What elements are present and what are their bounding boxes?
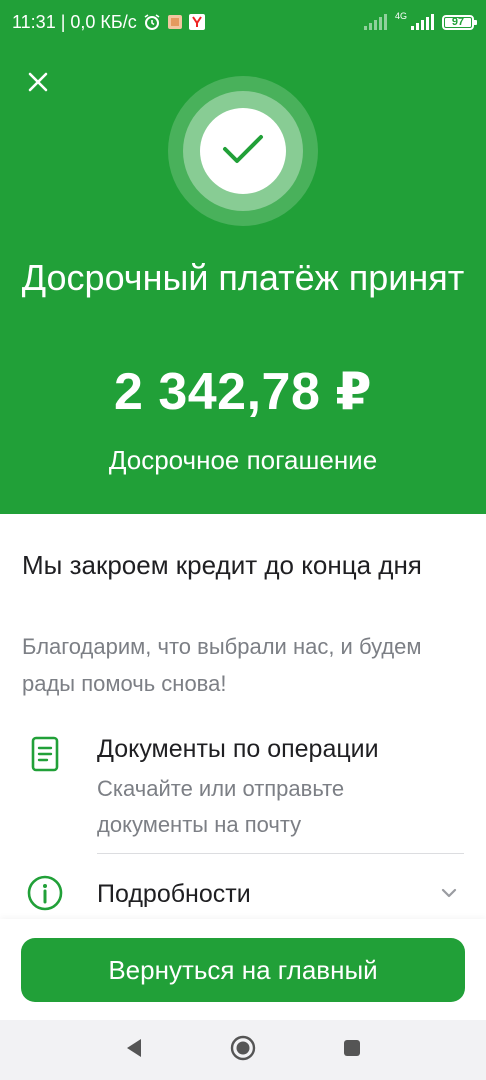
success-badge — [168, 76, 318, 226]
system-navigation-bar — [0, 1020, 486, 1080]
home-icon — [230, 1035, 256, 1066]
home-button[interactable] — [221, 1028, 265, 1072]
battery-icon: 97 — [442, 14, 477, 30]
close-icon — [27, 71, 49, 98]
success-header: Досрочный платёж принят 2 342,78 ₽ Досро… — [0, 44, 486, 514]
result-content: Мы закроем кредит до конца дня Благодари… — [0, 514, 486, 919]
payment-amount: 2 342,78 ₽ — [113, 363, 373, 421]
divider — [97, 853, 464, 854]
status-bar-right: 4G 97 — [363, 10, 477, 30]
status-time-speed: 11:31 | 0,0 КБ/с — [12, 11, 137, 32]
back-icon — [124, 1037, 144, 1064]
checkmark-icon — [221, 132, 265, 171]
signal-icon — [363, 14, 387, 30]
payment-status-title: Досрочный платёж принят — [21, 257, 465, 298]
signal-icon-sim2 — [411, 14, 434, 30]
details-row[interactable]: Подробности — [0, 866, 486, 919]
recents-button[interactable] — [330, 1028, 374, 1072]
back-button[interactable] — [112, 1028, 156, 1072]
documents-title: Документы по операции — [97, 735, 379, 763]
return-home-button[interactable]: Вернуться на главный — [21, 938, 465, 1002]
status-bar: 11:31 | 0,0 КБ/с 4G 97 — [0, 0, 486, 44]
app-notification-icon — [167, 14, 183, 30]
yandex-icon — [188, 14, 205, 30]
close-button[interactable] — [20, 66, 56, 102]
footer: Вернуться на главный — [0, 919, 486, 1020]
battery-level: 97 — [451, 16, 465, 28]
documents-row[interactable]: Документы по операции Скачайте или отпра… — [0, 729, 486, 854]
chevron-down-icon[interactable] — [438, 882, 460, 904]
info-text: Благодарим, что выбрали нас, и будем рад… — [22, 634, 422, 696]
info-title: Мы закроем кредит до конца дня — [22, 550, 422, 580]
recents-icon — [342, 1038, 362, 1063]
alarm-icon — [143, 13, 161, 31]
documents-description: Скачайте или отправьте документы на почт… — [97, 776, 345, 837]
document-icon — [24, 733, 66, 775]
status-bar-left: 11:31 | 0,0 КБ/с — [12, 12, 205, 33]
operation-type: Досрочное погашение — [108, 445, 378, 475]
details-title: Подробности — [97, 880, 251, 908]
network-type: 4G — [394, 10, 407, 21]
info-icon — [24, 872, 66, 914]
